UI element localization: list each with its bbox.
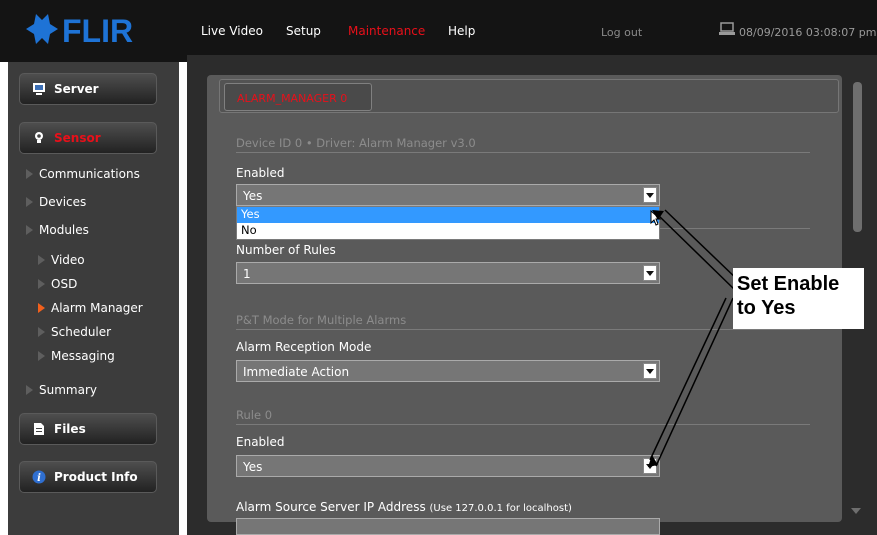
logout-link[interactable]: Log out <box>601 26 642 39</box>
chevron-down-icon[interactable] <box>643 265 657 281</box>
logo-text: FLIR <box>62 13 133 46</box>
datetime-display: 08/09/2016 03:08:07 pm <box>739 26 877 39</box>
svg-text:i: i <box>37 473 41 484</box>
sidebar-item-label: Summary <box>39 383 97 397</box>
rule-enabled-select[interactable]: Yes <box>236 455 660 477</box>
laptop-icon <box>719 22 735 35</box>
chevron-down-icon[interactable] <box>643 187 657 203</box>
server-button[interactable]: Server <box>19 73 157 105</box>
nav-live-video[interactable]: Live Video <box>201 24 263 38</box>
reception-label: Alarm Reception Mode <box>236 340 372 354</box>
files-label: Files <box>54 422 86 436</box>
sensor-button[interactable]: Sensor <box>19 122 157 154</box>
enabled-select-value: Yes <box>243 189 263 203</box>
rule-header: Rule 0 <box>236 408 273 422</box>
sidebar-item-label: OSD <box>51 277 78 291</box>
divider <box>236 329 810 330</box>
flir-logo: FLIR <box>26 13 133 46</box>
tab-label: ALARM_MANAGER 0 <box>237 92 348 105</box>
rules-label: Number of Rules <box>236 243 336 257</box>
nav-maintenance[interactable]: Maintenance <box>348 24 425 38</box>
sidebar-item-label: Modules <box>39 223 89 237</box>
callout-line-2: to Yes <box>737 297 796 319</box>
sidebar-item-label: Alarm Manager <box>51 301 143 315</box>
mouse-cursor-icon <box>650 210 662 226</box>
chevron-right-icon <box>26 385 33 395</box>
chevron-right-icon <box>26 197 33 207</box>
camera-icon <box>35 132 43 143</box>
document-icon <box>34 423 44 435</box>
nav-setup[interactable]: Setup <box>286 24 321 38</box>
sidebar-item-label: Communications <box>39 167 140 181</box>
chevron-right-icon <box>38 255 45 265</box>
ip-address-label-text: Alarm Source Server IP Address <box>236 500 426 514</box>
tab-alarm-manager-0[interactable]: ALARM_MANAGER 0 <box>224 83 372 111</box>
callout-line-1: Set Enable <box>737 273 840 295</box>
chevron-down-icon[interactable] <box>643 458 657 474</box>
ip-address-hint: (Use 127.0.0.1 for localhost) <box>429 503 572 514</box>
divider <box>236 152 810 153</box>
ip-address-label: Alarm Source Server IP Address (Use 127.… <box>236 500 572 514</box>
nav-help[interactable]: Help <box>448 24 475 38</box>
chevron-down-icon[interactable] <box>643 363 657 379</box>
pt-header: P&T Mode for Multiple Alarms <box>236 313 407 327</box>
sidebar-item-label: Video <box>51 253 85 267</box>
device-header: Device ID 0 • Driver: Alarm Manager v3.0 <box>236 136 476 150</box>
rules-select[interactable]: 1 <box>236 262 660 284</box>
product-info-label: Product Info <box>54 470 138 484</box>
scrollbar-thumb[interactable] <box>853 82 862 232</box>
rule-enabled-select-value: Yes <box>243 460 263 474</box>
enabled-dropdown-list: Yes No <box>236 206 660 240</box>
info-icon: i <box>32 470 46 484</box>
dropdown-option-no[interactable]: No <box>237 223 659 239</box>
sidebar-item-label: Devices <box>39 195 87 209</box>
reception-select[interactable]: Immediate Action <box>236 360 660 382</box>
scroll-down-arrow-icon[interactable] <box>851 508 861 514</box>
sidebar-item-label: Scheduler <box>51 325 112 339</box>
files-button[interactable]: Files <box>19 413 157 445</box>
divider <box>236 424 810 425</box>
server-icon <box>33 83 45 95</box>
reception-select-value: Immediate Action <box>243 365 350 379</box>
dropdown-option-yes[interactable]: Yes <box>237 207 659 223</box>
rules-select-value: 1 <box>243 267 251 281</box>
chevron-right-icon <box>26 225 33 235</box>
server-label: Server <box>54 82 99 96</box>
ip-address-input[interactable] <box>236 518 660 535</box>
chevron-right-icon <box>38 279 45 289</box>
product-info-button[interactable]: i Product Info <box>19 461 157 493</box>
callout-text: Set Enable to Yes <box>737 272 865 320</box>
chevron-right-icon <box>38 303 45 313</box>
enabled-label: Enabled <box>236 166 285 180</box>
top-navigation-bar: FLIR Live Video Setup Maintenance Help L… <box>0 0 877 62</box>
enabled-select[interactable]: Yes <box>236 184 660 206</box>
chevron-right-icon <box>26 169 33 179</box>
sidebar-item-label: Messaging <box>51 349 115 363</box>
chevron-right-icon <box>38 351 45 361</box>
chevron-right-icon <box>38 327 45 337</box>
sensor-label: Sensor <box>54 131 101 145</box>
rule-enabled-label: Enabled <box>236 435 285 449</box>
